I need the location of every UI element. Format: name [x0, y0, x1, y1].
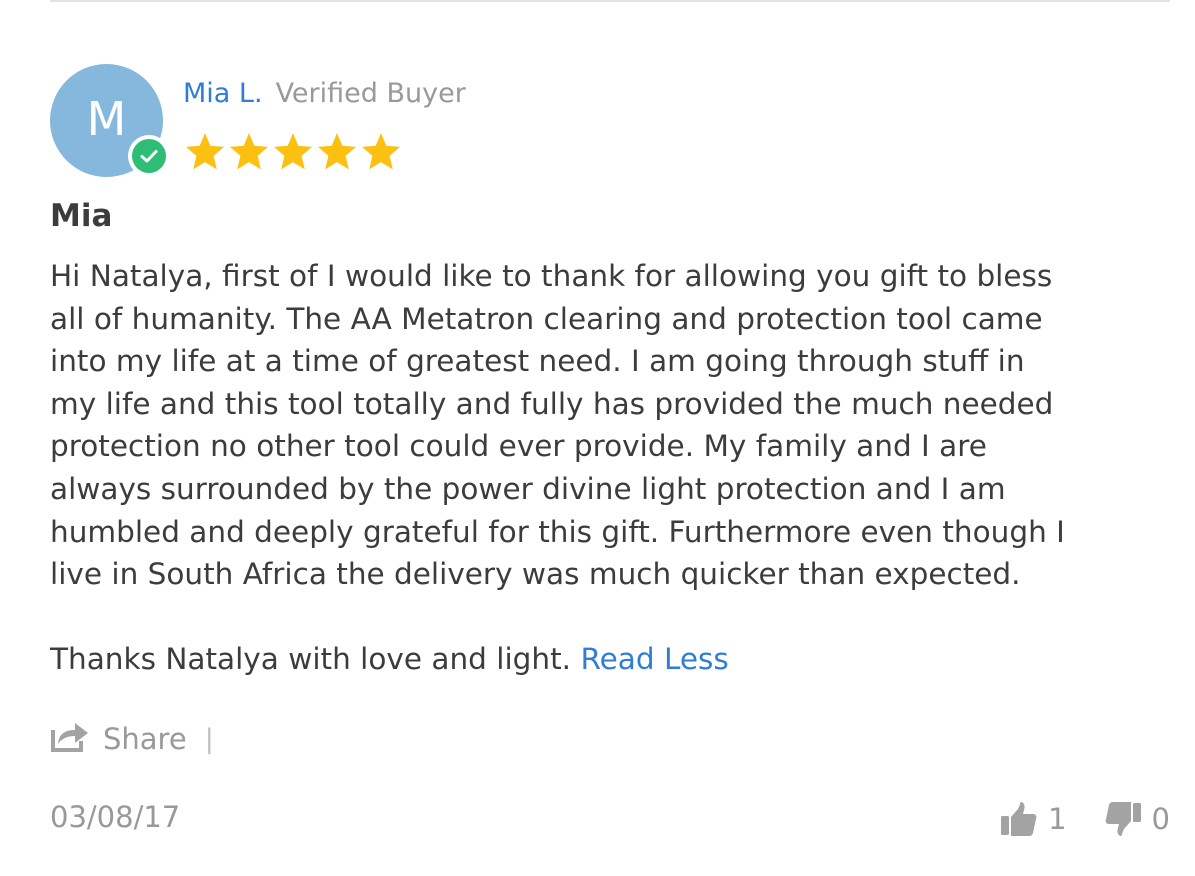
star-icon [362, 133, 400, 170]
verified-buyer-label: Verified Buyer [275, 77, 466, 109]
closing-text: Thanks Natalya with love and light. [50, 642, 572, 677]
helpful-votes: 1 0 [1000, 797, 1170, 841]
thumbs-up-icon [1001, 802, 1037, 836]
star-rating [184, 131, 402, 173]
review-body-line: all of humanity. The AA Metatron clearin… [50, 301, 1043, 336]
review-body-line: Hi Natalya, first of I would like to tha… [50, 259, 1053, 293]
review-body-line: always surrounded by the power divine li… [50, 471, 1006, 506]
review-body-line: live in South Africa the delivery was mu… [50, 557, 1021, 592]
avatar-letter: M [86, 91, 127, 146]
share-row: Share | [50, 717, 214, 761]
author-line: Mia L. Verified Buyer [183, 73, 466, 113]
review-body: Hi Natalya, first of I would like to tha… [50, 255, 1175, 681]
review-body-line: humbled and deeply grateful for this gif… [50, 514, 1065, 549]
review-body-line: protection no other tool could ever prov… [50, 429, 987, 464]
thumbs-down-icon [1105, 802, 1141, 836]
star-icon [230, 133, 268, 170]
verified-badge [128, 135, 170, 177]
review-body-line: into my life at a time of greatest need.… [50, 344, 1025, 379]
vote-up-count: 1 [1048, 802, 1067, 836]
star-icon [274, 133, 312, 170]
vote-up-button[interactable]: 1 [1000, 800, 1067, 838]
review-title: Mia [50, 198, 113, 234]
share-button[interactable]: Share [50, 722, 187, 756]
star-icon [186, 133, 224, 170]
review-date: 03/08/17 [50, 800, 181, 834]
share-icon [51, 723, 88, 752]
vote-down-count: 0 [1151, 802, 1170, 836]
author-name[interactable]: Mia L. [183, 78, 263, 109]
read-less-link[interactable]: Read Less [580, 642, 728, 676]
top-divider [50, 0, 1170, 2]
review-closing-line: Thanks Natalya with love and light. Read… [50, 638, 1175, 681]
check-circle-icon [132, 139, 166, 173]
vote-down-button[interactable]: 0 [1104, 800, 1170, 838]
review-body-line: my life and this tool totally and fully … [50, 386, 1054, 421]
separator: | [204, 723, 214, 755]
star-icon [318, 133, 356, 170]
share-label: Share [103, 722, 187, 756]
